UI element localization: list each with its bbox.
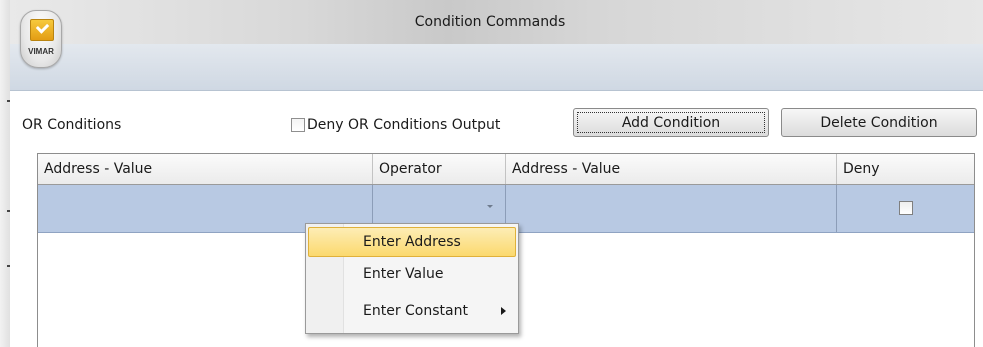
context-menu: Enter Address Enter Value Enter Constant — [305, 223, 519, 334]
delete-condition-button[interactable]: Delete Condition — [781, 108, 977, 137]
add-condition-label: Add Condition — [577, 112, 765, 133]
add-condition-button[interactable]: Add Condition — [573, 108, 769, 137]
menu-item-enter-address[interactable]: Enter Address — [308, 227, 516, 257]
column-header-address-value[interactable]: Address - Value — [38, 154, 373, 184]
or-conditions-label: OR Conditions — [22, 117, 122, 133]
menu-item-enter-constant[interactable]: Enter Constant — [308, 296, 516, 326]
title-bar: Condition Commands — [10, 0, 983, 44]
deny-checkbox[interactable] — [899, 201, 913, 215]
deny-or-output-label[interactable]: Deny OR Conditions Output — [307, 117, 500, 133]
dropdown-arrow-icon[interactable] — [487, 205, 493, 208]
deny-or-output-checkbox[interactable] — [291, 118, 305, 132]
ribbon-bar — [10, 44, 983, 91]
app-menu-button[interactable]: VIMAR — [20, 10, 62, 68]
grid-header: Address - Value Operator Address - Value… — [38, 154, 974, 185]
menu-item-enter-constant-label: Enter Constant — [363, 303, 468, 319]
cell-deny[interactable] — [837, 185, 974, 232]
column-header-address-value-2[interactable]: Address - Value — [506, 154, 837, 184]
menu-item-enter-value[interactable]: Enter Value — [308, 259, 516, 289]
cell-address-value-2[interactable] — [506, 185, 837, 232]
column-header-deny[interactable]: Deny — [837, 154, 974, 184]
column-header-operator[interactable]: Operator — [373, 154, 506, 184]
app-logo-text: VIMAR — [28, 47, 54, 56]
condition-commands-window: Condition Commands VIMAR OR Conditions D… — [0, 0, 983, 347]
window-title: Condition Commands — [414, 14, 566, 30]
submenu-arrow-icon — [501, 307, 506, 315]
vimar-logo-icon — [30, 19, 54, 41]
